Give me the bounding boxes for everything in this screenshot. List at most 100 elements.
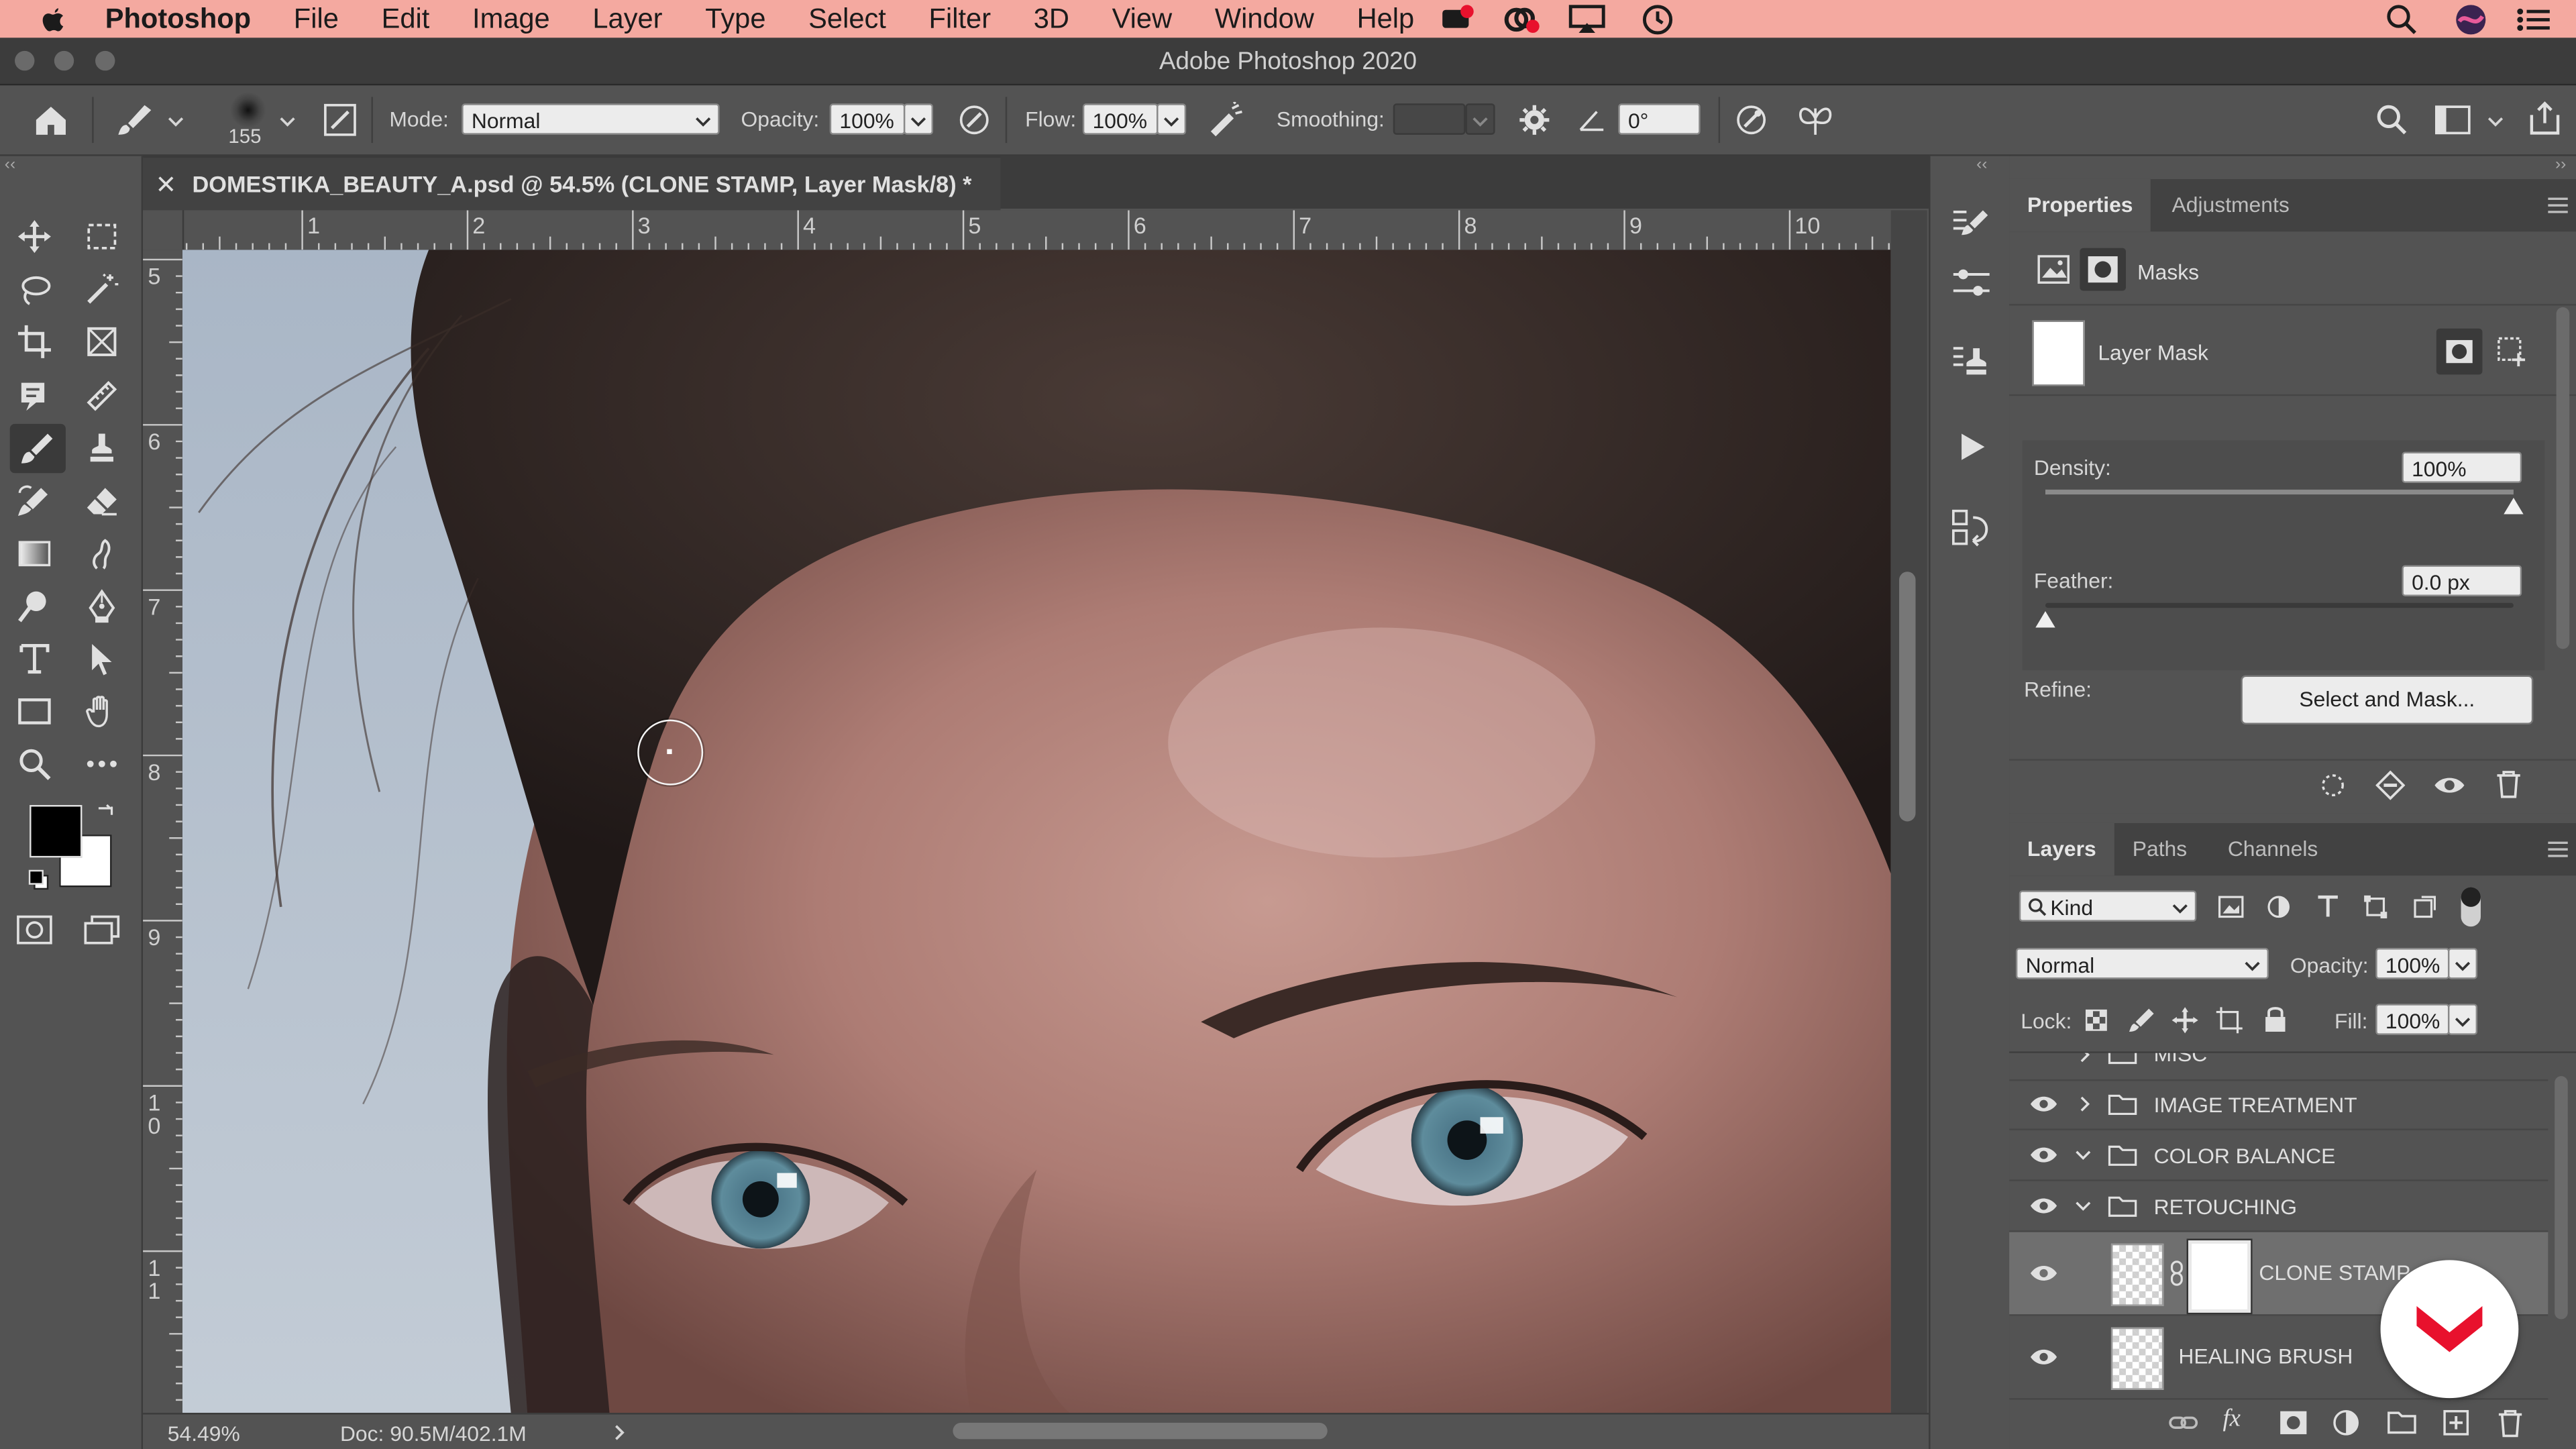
add-layer-mask-icon[interactable]	[2279, 1409, 2308, 1436]
dock-collapse-icon[interactable]: ‹‹	[1976, 156, 1987, 174]
apply-mask-icon[interactable]	[2375, 770, 2406, 800]
brush-presets-icon[interactable]	[1950, 205, 1993, 245]
menu-3d[interactable]: 3D	[1034, 3, 1069, 36]
smoothing-dropdown[interactable]	[1465, 103, 1495, 135]
filter-pixel-icon[interactable]	[2218, 896, 2244, 918]
airbrush-icon[interactable]	[1206, 101, 1246, 138]
eraser-tool[interactable]	[80, 480, 123, 523]
tab-paths[interactable]: Paths	[2114, 823, 2205, 875]
pixel-mask-icon[interactable]	[2037, 255, 2070, 284]
creative-cloud-notification-icon[interactable]	[1439, 3, 1475, 35]
new-layer-icon[interactable]	[2443, 1409, 2469, 1436]
eye-icon[interactable]	[2029, 1094, 2058, 1114]
layers-scrollbar[interactable]	[2555, 1076, 2568, 1320]
vertical-scroll-thumb[interactable]	[1899, 572, 1916, 822]
panel-expand-icon[interactable]: ››	[2555, 156, 2566, 174]
lock-image-pixels-icon[interactable]	[2129, 1007, 2155, 1033]
load-selection-icon[interactable]	[2318, 771, 2348, 800]
opacity-dropdown[interactable]	[903, 103, 934, 135]
share-icon[interactable]	[2527, 100, 2563, 136]
airplay-icon[interactable]	[1567, 3, 1607, 35]
layer-mask-thumbnail[interactable]	[2032, 320, 2085, 386]
lock-transparent-pixels-icon[interactable]	[2085, 1009, 2108, 1032]
history-icon[interactable]	[1950, 508, 1993, 551]
symmetry-butterfly-icon[interactable]	[1796, 102, 1835, 138]
brush-tool-preset-icon[interactable]	[115, 102, 154, 138]
mode-select[interactable]: Normal	[462, 103, 720, 135]
select-and-mask-button[interactable]: Select and Mask...	[2241, 675, 2534, 725]
layer-effects-icon[interactable]: fx	[2222, 1406, 2241, 1434]
swap-colors-icon[interactable]	[95, 802, 115, 821]
lock-all-icon[interactable]	[2264, 1006, 2287, 1034]
document-canvas[interactable]	[182, 250, 1891, 1413]
type-tool[interactable]	[13, 637, 56, 680]
document-size[interactable]: Doc: 90.5M/402.1M	[340, 1421, 527, 1446]
menu-file[interactable]: File	[294, 3, 339, 36]
eyedropper-tool[interactable]	[13, 374, 56, 417]
eye-icon[interactable]	[2433, 771, 2466, 800]
menu-app-photoshop[interactable]: Photoshop	[105, 3, 251, 36]
pen-pressure-size-icon[interactable]	[1733, 102, 1770, 138]
chevron-right-icon[interactable]	[612, 1424, 626, 1440]
layer-row[interactable]: RETOUCHING	[2009, 1181, 2548, 1232]
foreground-color-swatch[interactable]	[30, 805, 83, 858]
crop-tool[interactable]	[13, 321, 56, 364]
chevron-right-icon[interactable]	[2078, 1051, 2092, 1063]
layer-thumbnail[interactable]	[2110, 1327, 2164, 1390]
layer-opacity-field[interactable]: 100%	[2375, 948, 2450, 979]
gear-icon[interactable]	[1518, 103, 1551, 136]
clone-stamp-tool[interactable]	[80, 427, 123, 470]
density-slider-track[interactable]	[2045, 489, 2514, 495]
opacity-field[interactable]: 100%	[829, 103, 906, 135]
workspace-layout-icon[interactable]	[2434, 105, 2471, 135]
time-machine-icon[interactable]	[1640, 1, 1676, 36]
creative-cloud-icon[interactable]	[1501, 3, 1541, 35]
menu-layer[interactable]: Layer	[592, 3, 662, 36]
chevron-down-icon[interactable]	[2075, 1148, 2091, 1162]
menu-type[interactable]: Type	[705, 3, 765, 36]
delete-layer-icon[interactable]	[2497, 1408, 2523, 1438]
menu-window[interactable]: Window	[1215, 3, 1314, 36]
toolbar-collapse-icon[interactable]: ‹‹	[0, 156, 142, 174]
history-brush-tool[interactable]	[13, 480, 56, 523]
lock-position-icon[interactable]	[2171, 1007, 2198, 1034]
menu-edit[interactable]: Edit	[382, 3, 430, 36]
ruler-tool[interactable]	[80, 374, 123, 417]
smoothing-field[interactable]	[1393, 103, 1466, 135]
dodge-tool[interactable]	[13, 585, 56, 628]
spotlight-search-icon[interactable]	[2385, 3, 2418, 36]
feather-slider-track[interactable]	[2045, 602, 2514, 608]
delete-mask-icon[interactable]	[2496, 769, 2522, 798]
menu-image[interactable]: Image	[472, 3, 550, 36]
menu-select[interactable]: Select	[808, 3, 886, 36]
magic-wand-tool[interactable]	[80, 268, 123, 311]
screen-mode-icon[interactable]	[82, 915, 121, 945]
move-tool[interactable]	[13, 215, 56, 258]
filter-toggle-switch[interactable]	[2461, 887, 2481, 927]
blur-tool[interactable]	[80, 532, 123, 575]
layer-row[interactable]: COLOR BALANCE	[2009, 1130, 2548, 1181]
density-field[interactable]: 100%	[2402, 451, 2522, 484]
tab-adjustments[interactable]: Adjustments	[2154, 179, 2308, 231]
brush-picker-chevron-icon[interactable]	[279, 115, 295, 128]
layer-row[interactable]: MISC	[2009, 1051, 2548, 1081]
quick-mask-icon[interactable]	[16, 915, 52, 945]
panel-menu-icon[interactable]	[2546, 841, 2569, 857]
horizontal-scroll-thumb[interactable]	[953, 1422, 1328, 1440]
zoom-tool[interactable]	[13, 743, 56, 786]
rectangle-tool[interactable]	[13, 690, 56, 733]
density-slider-thumb[interactable]	[2504, 498, 2524, 515]
path-selection-tool[interactable]	[80, 637, 123, 680]
siri-icon[interactable]	[2455, 3, 2487, 36]
document-tab[interactable]: DOMESTIKA_BEAUTY_A.psd @ 54.5% (CLONE ST…	[143, 156, 1001, 211]
eye-icon[interactable]	[2029, 1263, 2058, 1283]
select-pixel-mask-button[interactable]	[2436, 328, 2483, 375]
link-layers-icon[interactable]	[2169, 1411, 2198, 1434]
vertical-scrollbar[interactable]	[1890, 210, 1927, 1413]
notification-center-icon[interactable]	[2514, 3, 2553, 36]
layer-mask-toggle[interactable]	[2080, 248, 2126, 291]
properties-scrollbar[interactable]	[2556, 307, 2570, 649]
eye-icon[interactable]	[2029, 1196, 2058, 1216]
eye-icon[interactable]	[2029, 1145, 2058, 1165]
brush-settings-panel-icon[interactable]	[322, 102, 358, 138]
